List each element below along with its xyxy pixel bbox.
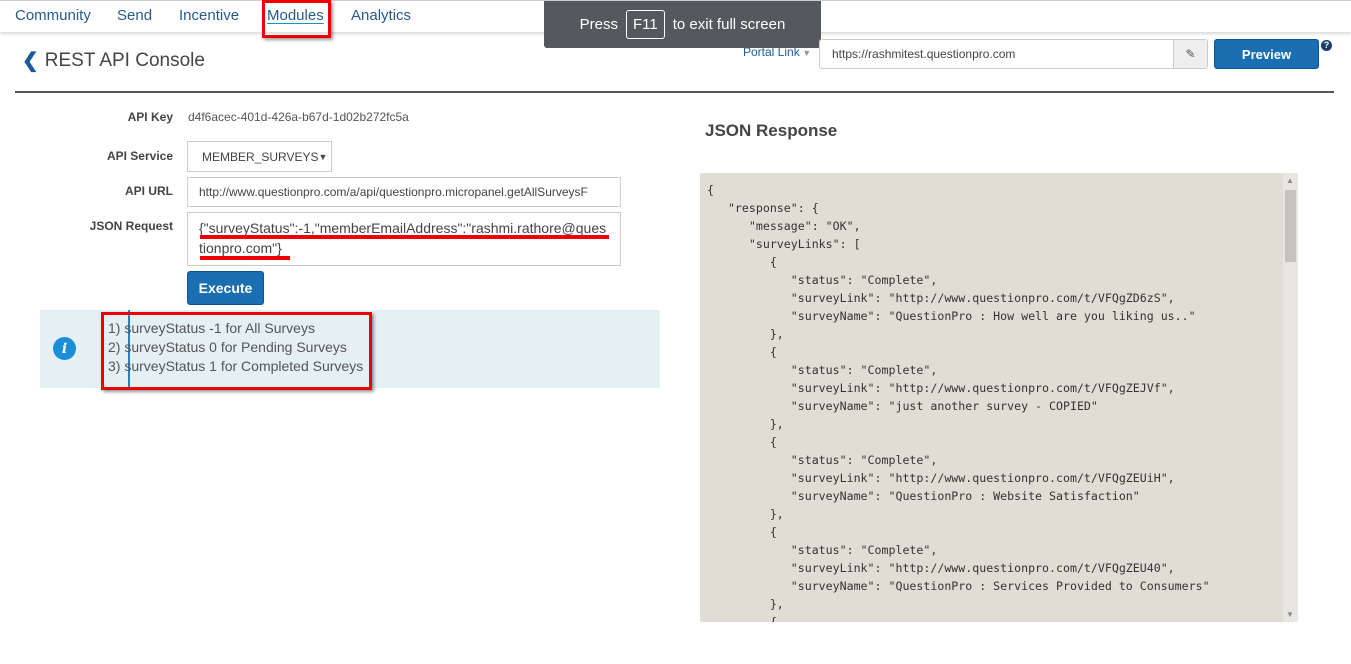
toast-key: F11	[626, 10, 665, 39]
api-key-label: API Key	[127, 110, 173, 124]
json-line: "surveyLink": "http://www.questionpro.co…	[707, 291, 1175, 305]
execute-button[interactable]: Execute	[187, 271, 264, 305]
scroll-up-icon[interactable]: ▲	[1286, 176, 1294, 185]
nav-incentive[interactable]: Incentive	[179, 7, 239, 24]
portal-url-value: https://rashmitest.questionpro.com	[832, 47, 1016, 61]
json-line: "surveyLinks": [	[707, 237, 861, 251]
json-line: "surveyLink": "http://www.questionpro.co…	[707, 561, 1175, 575]
caret-down-icon: ▼	[799, 48, 812, 58]
json-line: },	[707, 507, 784, 521]
page-title: ❮ REST API Console	[22, 48, 205, 73]
scrollbar[interactable]: ▲ ▼	[1283, 173, 1298, 622]
json-line: {	[707, 525, 777, 539]
json-line: {	[707, 615, 777, 622]
json-response-title: JSON Response	[705, 121, 838, 140]
highlight-box	[101, 312, 372, 390]
json-response-panel: { "response": { "message": "OK", "survey…	[700, 173, 1298, 622]
api-url-input[interactable]: http://www.questionpro.com/a/api/questio…	[187, 177, 621, 207]
page-title-text: REST API Console	[44, 49, 205, 71]
nav-community[interactable]: Community	[15, 7, 91, 24]
api-url-label: API URL	[125, 184, 173, 198]
json-line: {	[707, 435, 777, 449]
json-line: },	[707, 327, 784, 341]
preview-button[interactable]: Preview	[1214, 39, 1319, 69]
json-line: "surveyName": "QuestionPro : Services Pr…	[707, 579, 1210, 593]
pencil-icon[interactable]: ✎	[1173, 40, 1207, 68]
json-line: "status": "Complete",	[707, 543, 938, 557]
json-line: "status": "Complete",	[707, 273, 938, 287]
caret-down-icon: ▼	[318, 151, 328, 162]
json-line: "surveyName": "QuestionPro : How well ar…	[707, 309, 1196, 323]
nav-analytics[interactable]: Analytics	[351, 7, 411, 24]
underline-annotation	[200, 256, 290, 260]
json-line: },	[707, 417, 784, 431]
json-line: "surveyName": "QuestionPro : Website Sat…	[707, 489, 1140, 503]
nav-send[interactable]: Send	[117, 7, 152, 24]
fullscreen-toast: Press F11 to exit full screen	[544, 1, 821, 48]
json-line: "status": "Complete",	[707, 363, 938, 377]
portal-link-dropdown[interactable]: Portal Link ▼	[743, 45, 811, 59]
divider	[15, 91, 1334, 93]
json-request-label: JSON Request	[89, 219, 173, 233]
scrollbar-thumb[interactable]	[1285, 190, 1296, 262]
api-url-value: http://www.questionpro.com/a/api/questio…	[199, 185, 588, 199]
json-line: {	[707, 255, 777, 269]
json-line: "response": {	[707, 201, 819, 215]
underline-annotation	[200, 235, 609, 239]
help-icon[interactable]: ?	[1321, 40, 1332, 51]
back-chevron-icon[interactable]: ❮	[22, 48, 39, 73]
highlight-box	[262, 0, 331, 38]
json-line: },	[707, 597, 784, 611]
portal-url-input[interactable]: https://rashmitest.questionpro.com	[819, 39, 1208, 69]
json-response-text: { "response": { "message": "OK", "survey…	[707, 181, 1210, 622]
portal-link-label: Portal Link	[743, 45, 800, 59]
info-icon: i	[53, 337, 76, 360]
json-line: "surveyLink": "http://www.questionpro.co…	[707, 381, 1175, 395]
api-service-value: MEMBER_SURVEYS	[202, 149, 319, 164]
toast-prefix: Press	[579, 16, 619, 33]
json-line: "status": "Complete",	[707, 453, 938, 467]
api-service-select[interactable]: MEMBER_SURVEYS ▼	[187, 141, 332, 172]
json-line: "surveyName": "just another survey - COP…	[707, 399, 1098, 413]
json-line: {	[707, 345, 777, 359]
json-line: "message": "OK",	[707, 219, 861, 233]
toast-suffix: to exit full screen	[672, 16, 786, 33]
scroll-down-icon[interactable]: ▼	[1286, 610, 1294, 619]
api-service-label: API Service	[106, 149, 173, 163]
api-key-value: d4f6acec-401d-426a-b67d-1d02b272fc5a	[188, 110, 409, 124]
json-line: {	[707, 183, 714, 197]
json-line: "surveyLink": "http://www.questionpro.co…	[707, 471, 1175, 485]
